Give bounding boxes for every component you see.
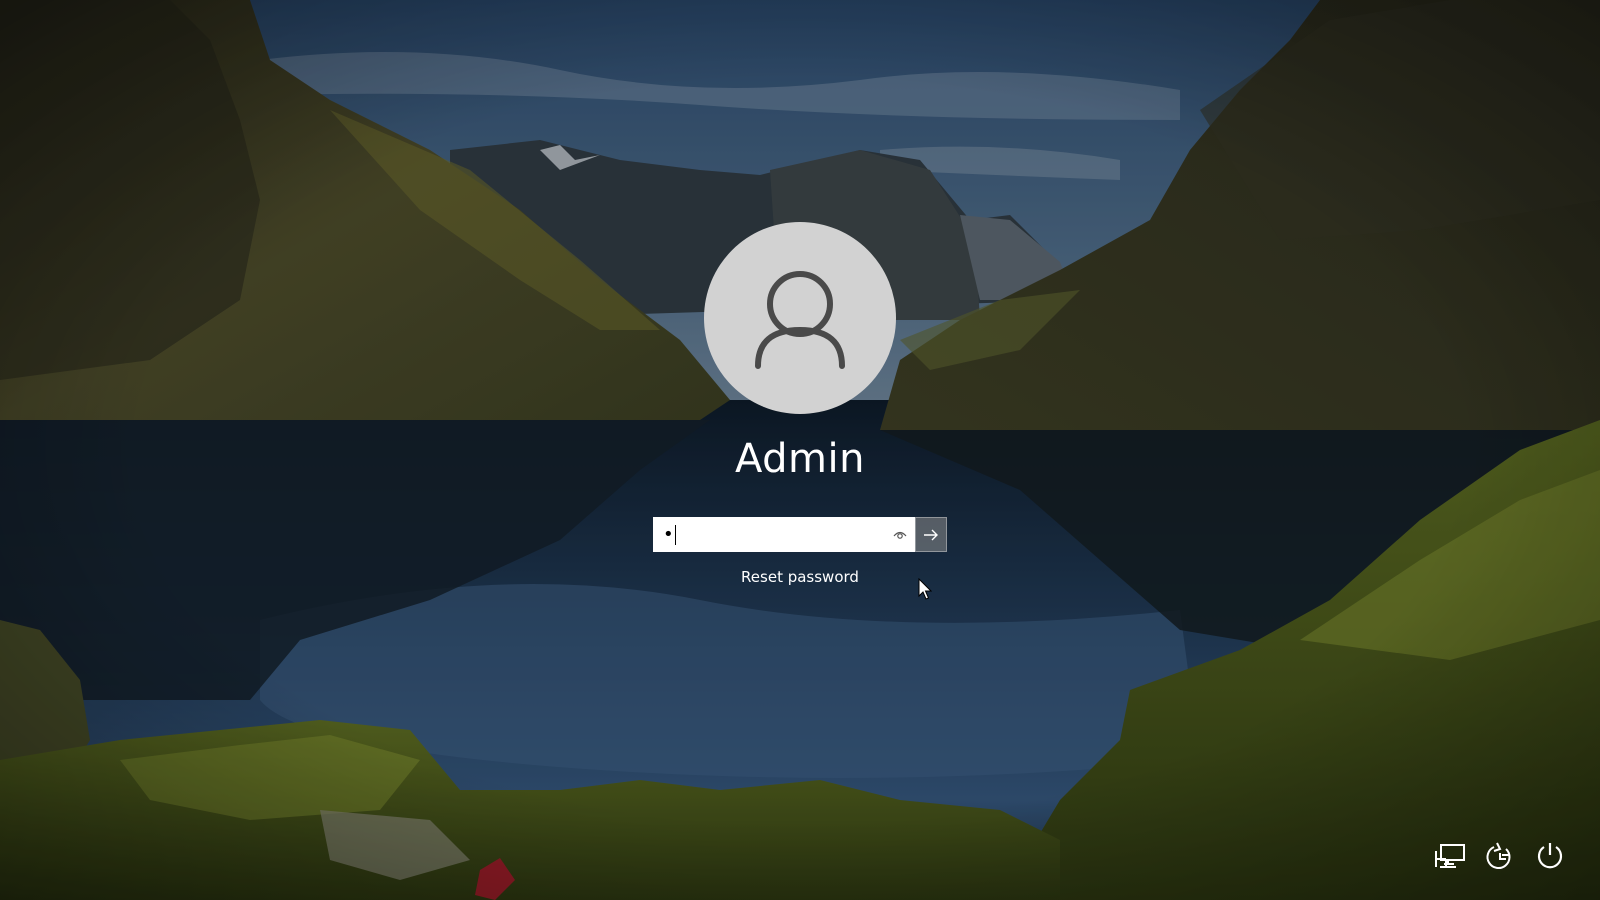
password-group: •: [653, 517, 947, 552]
reveal-password-button[interactable]: [887, 519, 913, 550]
system-buttons: [1434, 840, 1566, 872]
password-masked-value: •: [663, 524, 674, 545]
network-icon: [1435, 844, 1465, 868]
network-button[interactable]: [1434, 840, 1466, 872]
submit-button[interactable]: [915, 517, 947, 552]
user-icon: [755, 271, 845, 369]
username-label: Admin: [735, 436, 865, 482]
password-input[interactable]: •: [655, 519, 887, 550]
arrow-right-icon: [924, 529, 938, 540]
accessibility-button[interactable]: [1484, 840, 1516, 872]
power-button[interactable]: [1534, 840, 1566, 872]
power-icon: [1537, 843, 1563, 869]
text-caret: [674, 524, 676, 545]
lock-screen: Admin • Reset password: [0, 0, 1600, 900]
login-panel: Admin • Reset password: [0, 0, 1600, 900]
user-avatar: [704, 222, 896, 414]
eye-icon: [893, 531, 907, 539]
mouse-pointer-icon: [918, 578, 932, 600]
password-field[interactable]: •: [653, 517, 915, 552]
accessibility-icon: [1486, 842, 1511, 870]
reset-password-link[interactable]: Reset password: [650, 568, 950, 586]
